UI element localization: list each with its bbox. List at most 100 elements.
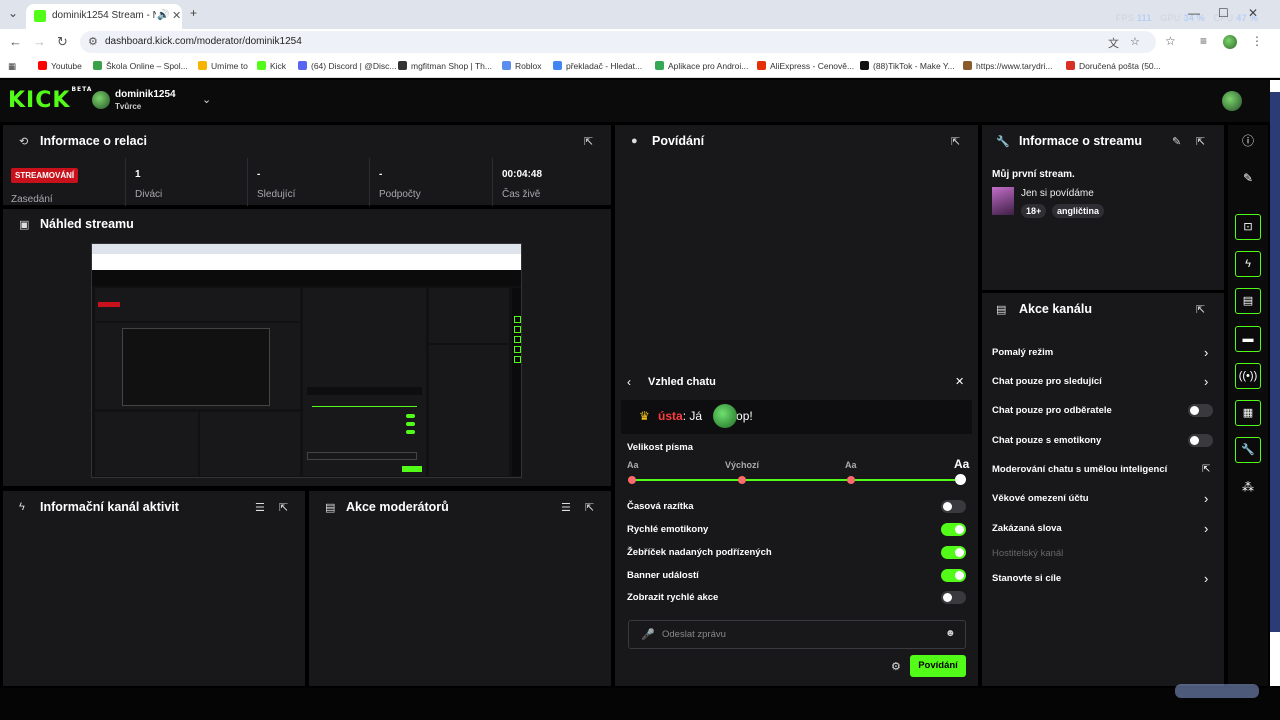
popout-icon[interactable]: ⇱ <box>1196 303 1205 316</box>
channel-action-item[interactable]: Věkové omezení účtu › <box>992 491 1214 507</box>
popout-icon[interactable]: ⇱ <box>585 501 594 514</box>
channel-action-item[interactable]: Pomalý režim › <box>992 345 1214 361</box>
forward-icon[interactable]: → <box>33 34 46 49</box>
bookmark-star-icon[interactable]: ☆ <box>1130 35 1140 48</box>
chevron-right-icon[interactable]: › <box>1204 374 1208 389</box>
slider-stop[interactable] <box>847 476 855 484</box>
slider-stop[interactable] <box>628 476 636 484</box>
gear-icon[interactable]: ⚙ <box>891 660 901 673</box>
channel-avatar[interactable] <box>92 91 110 109</box>
scrollbar-thumb[interactable] <box>1270 92 1280 632</box>
slider-stop[interactable] <box>738 476 746 484</box>
broadcast-icon[interactable]: ((•)) <box>1235 363 1261 389</box>
bookmark-item[interactable]: Roblox <box>502 61 541 71</box>
close-icon[interactable]: ✕ <box>955 375 964 388</box>
bookmark-item[interactable]: překladač - Hledat... <box>553 61 642 71</box>
menu-kebab-icon[interactable]: ⋮ <box>1251 34 1263 48</box>
font-size-option-small[interactable]: Aa <box>627 460 639 470</box>
capture-icon[interactable]: ⊡ <box>1235 214 1261 240</box>
emoji-icon[interactable]: ☻ <box>945 628 956 639</box>
popout-icon[interactable]: ⇱ <box>1196 135 1205 148</box>
tab-close-icon[interactable]: ✕ <box>172 9 181 22</box>
bookmark-item[interactable]: (64) Discord | @Disc... <box>298 61 396 71</box>
toggle-switch[interactable] <box>941 591 966 604</box>
font-size-slider[interactable] <box>628 474 966 485</box>
media-control-icon[interactable]: ≡ <box>1200 34 1207 48</box>
edit-pencil-icon[interactable]: ✎ <box>1172 135 1181 148</box>
profile-avatar[interactable] <box>1223 35 1237 49</box>
bookmark-item[interactable]: Aplikace pro Androi... <box>655 61 748 71</box>
community-icon[interactable]: ⁂ <box>1235 474 1261 500</box>
audio-icon[interactable]: 🔊 <box>157 10 169 21</box>
channel-action-item[interactable]: Chat pouze pro sledující › <box>992 374 1214 390</box>
apps-grid-icon[interactable]: ▦ <box>8 61 16 72</box>
toggle-switch[interactable] <box>1188 404 1213 417</box>
bookmark-item[interactable]: https://www.tarydri... <box>963 61 1053 71</box>
bookmark-item[interactable]: AliExpress - Cenově... <box>757 61 854 71</box>
toggle-switch[interactable] <box>941 523 966 536</box>
wrench-icon[interactable]: 🔧 <box>1235 437 1261 463</box>
page-scrollbar[interactable] <box>1270 80 1280 686</box>
bookmark-item[interactable]: Škola Online – Spol... <box>93 61 188 71</box>
chevron-right-icon[interactable]: › <box>1204 345 1208 360</box>
bookmark-item[interactable]: Kick <box>257 61 286 71</box>
chat-message-input[interactable]: 🎤 Odeslat zprávu ☻ <box>628 620 966 649</box>
filter-icon[interactable]: ☰ <box>255 501 265 514</box>
bookmark-item[interactable]: mgfitman Shop | Th... <box>398 61 492 71</box>
bookmark-item[interactable]: Youtube <box>38 61 82 71</box>
font-size-option-default[interactable]: Výchozí <box>725 460 759 470</box>
chat-send-button[interactable]: Povídání <box>910 655 966 677</box>
channel-action-item[interactable]: Chat pouze pro odběratele <box>992 403 1214 419</box>
popout-icon[interactable]: ⇱ <box>584 135 593 148</box>
chevron-right-icon[interactable]: › <box>1204 491 1208 506</box>
stream-title: Můj první stream. <box>992 169 1075 180</box>
chevron-right-icon[interactable]: › <box>1204 571 1208 586</box>
chevron-right-icon[interactable]: › <box>1204 521 1208 536</box>
layout-icon[interactable]: ▦ <box>1235 400 1261 426</box>
tab-search-icon[interactable]: ⌄ <box>8 6 18 20</box>
bookmark-item[interactable]: (88)TikTok - Make Y... <box>860 61 955 71</box>
chevron-down-icon[interactable]: ⌄ <box>202 93 211 106</box>
popout-icon[interactable]: ⇱ <box>279 501 288 514</box>
back-icon[interactable]: ← <box>9 34 22 49</box>
channel-action-item[interactable]: Stanovte si cíle › <box>992 571 1214 587</box>
bookmark-item[interactable]: Umíme to <box>198 61 248 71</box>
toggle-switch[interactable] <box>1188 434 1213 447</box>
lightning-icon[interactable]: ϟ <box>1235 251 1261 277</box>
filter-icon[interactable]: ☰ <box>561 501 571 514</box>
browser-tab[interactable]: dominik1254 Stream - Nást 🔊 ✕ <box>26 4 182 29</box>
reload-icon[interactable]: ↻ <box>57 34 68 50</box>
channel-action-item[interactable]: Moderování chatu s umělou inteligencí ⇱ <box>992 462 1214 478</box>
microphone-icon[interactable]: 🎤 <box>641 628 655 641</box>
channel-action-item[interactable]: Zakázaná slova › <box>992 521 1214 537</box>
new-tab-icon[interactable]: + <box>190 6 197 20</box>
font-size-option-xlarge[interactable]: Aa <box>954 457 969 471</box>
translate-icon[interactable]: 文 <box>1108 35 1119 51</box>
toggle-switch[interactable] <box>941 500 966 513</box>
minimize-icon[interactable]: — <box>1188 6 1200 20</box>
kick-favicon-icon <box>34 10 46 22</box>
popout-icon[interactable]: ⇱ <box>951 135 960 148</box>
channel-name[interactable]: dominik1254 <box>115 89 176 100</box>
site-info-icon[interactable]: ⚙ <box>88 35 98 48</box>
slider-thumb[interactable] <box>955 474 966 485</box>
font-size-option-large[interactable]: Aa <box>845 460 857 470</box>
url-field[interactable]: ⚙ dashboard.kick.com/moderator/dominik12… <box>80 31 1156 53</box>
toggle-switch[interactable] <box>941 569 966 582</box>
chat-bubble-icon[interactable]: ▬ <box>1235 326 1261 352</box>
document-icon[interactable]: ▤ <box>1235 288 1261 314</box>
external-link-icon[interactable]: ⇱ <box>1202 464 1210 475</box>
favorites-icon[interactable]: ☆ <box>1165 34 1176 48</box>
maximize-icon[interactable]: ☐ <box>1218 6 1229 20</box>
toggle-switch[interactable] <box>941 546 966 559</box>
info-icon[interactable]: ⓘ <box>1235 128 1261 154</box>
stream-preview-video[interactable] <box>91 243 522 478</box>
category-name[interactable]: Jen si povídáme <box>1021 188 1094 199</box>
window-close-icon[interactable]: ✕ <box>1248 6 1258 20</box>
kick-logo[interactable]: KICKBETA <box>8 86 92 113</box>
bookmark-item[interactable]: Doručená pošta (50... <box>1066 61 1161 71</box>
edit-pencil-icon[interactable]: ✎ <box>1235 165 1261 191</box>
channel-action-item[interactable]: Chat pouze s emotikony <box>992 433 1214 449</box>
user-avatar[interactable] <box>1222 91 1242 111</box>
chevron-left-icon[interactable]: ‹ <box>627 375 631 389</box>
